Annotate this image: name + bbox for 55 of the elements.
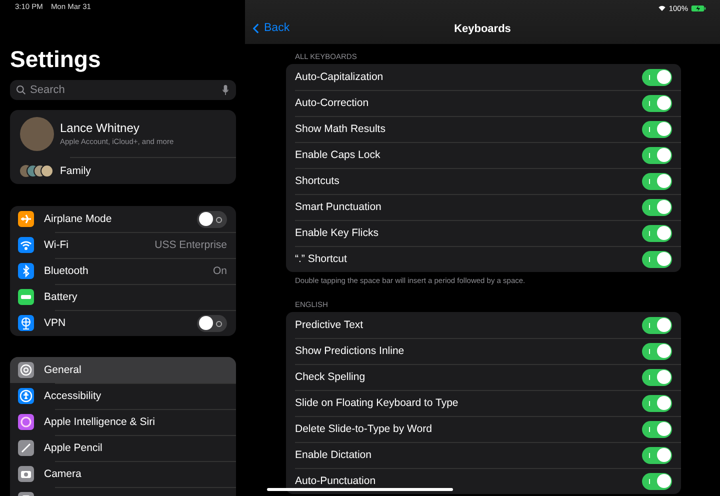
setting-label: Auto-Correction (295, 97, 370, 109)
family-row[interactable]: Family (10, 157, 236, 184)
toggle-switch[interactable] (642, 368, 672, 386)
sidebar-item[interactable]: Battery (10, 284, 236, 310)
setting-label: Enable Dictation (295, 449, 372, 461)
toggle-switch[interactable] (642, 224, 672, 242)
back-button[interactable]: Back (253, 22, 290, 34)
setting-label: Predictive Text (295, 319, 364, 331)
battery-charging-icon (691, 4, 706, 12)
settings-title: Settings (10, 45, 102, 73)
setting-label: Auto-Capitalization (295, 71, 384, 83)
toggle-switch[interactable] (642, 94, 672, 112)
toggle-switch[interactable] (642, 342, 672, 360)
search-icon (16, 85, 26, 95)
setting-label: Delete Slide-to-Type by Word (295, 423, 433, 435)
setting-label: Show Predictions Inline (295, 345, 406, 357)
family-avatars-icon (20, 164, 54, 178)
toggle-switch[interactable] (642, 316, 672, 334)
sidebar-item[interactable]: Apple Pencil (10, 435, 236, 461)
chevron-left-icon (253, 22, 259, 34)
toggle-switch[interactable] (642, 472, 672, 490)
search-field[interactable]: Search (10, 80, 236, 100)
toggle-switch[interactable] (642, 146, 672, 164)
toggle-switch[interactable] (642, 172, 672, 190)
toggle-switch[interactable] (197, 210, 227, 228)
microphone-icon[interactable] (222, 85, 229, 95)
wifi-icon (658, 5, 666, 11)
sidebar-item[interactable]: Accessibility (10, 383, 236, 409)
setting-label: Auto-Punctuation (295, 475, 377, 487)
setting-label: Shortcuts (295, 175, 340, 187)
sidebar-item[interactable]: Apple Intelligence & Siri (10, 409, 236, 435)
setting-label: Enable Caps Lock (295, 149, 382, 161)
setting-label: Slide on Floating Keyboard to Type (295, 397, 460, 409)
sidebar-item[interactable]: General (10, 357, 236, 383)
setting-label: Check Spelling (295, 371, 366, 383)
setting-label: “.” Shortcut (295, 253, 348, 265)
setting-label: Enable Key Flicks (295, 227, 380, 239)
toggle-switch[interactable] (642, 446, 672, 464)
setting-label: Smart Punctuation (295, 201, 382, 213)
sidebar-item[interactable]: Camera (10, 461, 236, 487)
profile-name: Lance Whitney (60, 121, 140, 135)
sidebar-item[interactable]: Bluetooth On (10, 258, 236, 284)
setting-label: Show Math Results (295, 123, 386, 135)
sidebar-item[interactable]: VPN (10, 310, 236, 336)
toggle-switch[interactable] (642, 250, 672, 268)
toggle-switch[interactable] (642, 68, 672, 86)
toggle-switch[interactable] (642, 198, 672, 216)
sidebar-item[interactable]: Airplane Mode (10, 206, 236, 232)
toggle-switch[interactable] (642, 420, 672, 438)
toggle-switch[interactable] (642, 120, 672, 138)
page-title: Keyboards (454, 23, 511, 35)
toggle-switch[interactable] (642, 394, 672, 412)
sidebar-item[interactable]: Wi-Fi USS Enterprise (10, 232, 236, 258)
avatar (20, 116, 54, 150)
toggle-switch[interactable] (197, 314, 227, 332)
